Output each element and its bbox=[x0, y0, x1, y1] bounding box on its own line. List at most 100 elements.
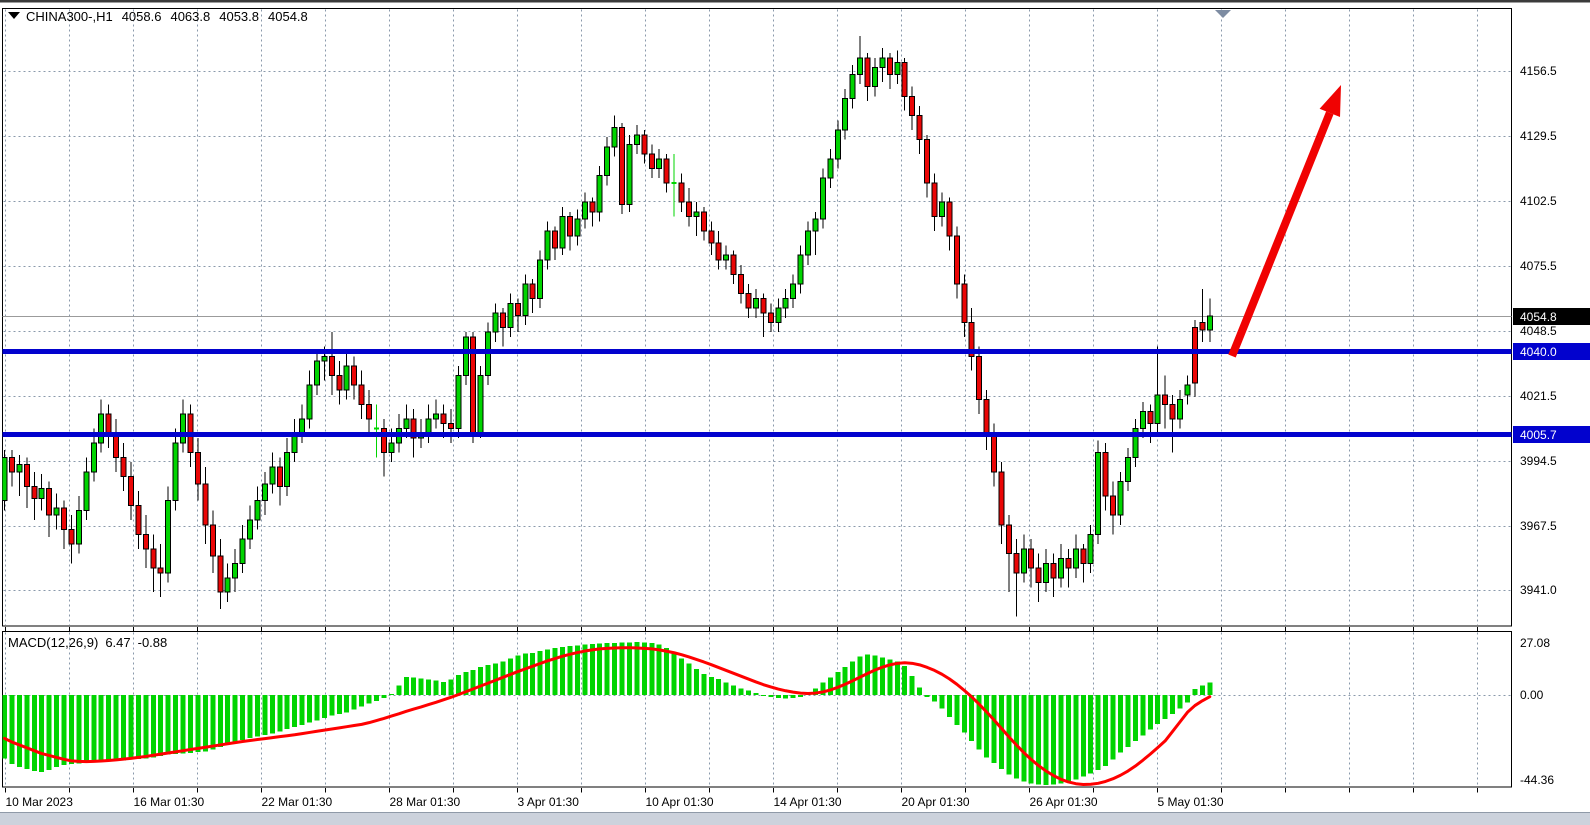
candle-body bbox=[2, 457, 7, 500]
candle-body bbox=[977, 356, 982, 399]
support-resistance-lines[interactable] bbox=[3, 352, 1512, 435]
macd-bar bbox=[1178, 695, 1183, 708]
macd-bar bbox=[32, 695, 37, 771]
macd-bar bbox=[508, 659, 513, 695]
macd-bar bbox=[783, 695, 788, 698]
macd-bar bbox=[329, 695, 334, 716]
macd-bar bbox=[240, 695, 245, 740]
candle-body bbox=[1125, 457, 1130, 481]
candle-body bbox=[865, 58, 870, 87]
macd-bar bbox=[1207, 683, 1212, 695]
macd-bar bbox=[962, 695, 967, 732]
candle-body bbox=[1081, 549, 1086, 563]
candle-body bbox=[1178, 400, 1183, 419]
trend-arrow[interactable] bbox=[1232, 85, 1341, 356]
candle-body bbox=[448, 424, 453, 429]
macd-bar bbox=[307, 695, 312, 723]
candle-body bbox=[843, 99, 848, 130]
candle-body bbox=[530, 284, 535, 298]
price-tick-label: 4156.5 bbox=[1520, 64, 1557, 78]
macd-bar bbox=[411, 678, 416, 695]
candle-body bbox=[880, 58, 885, 68]
macd-bar bbox=[686, 663, 691, 695]
grid bbox=[4, 10, 1511, 787]
candle-body bbox=[776, 308, 781, 322]
price-axis[interactable]: 4156.54129.54102.54075.54048.54021.53994… bbox=[1513, 64, 1590, 787]
time-tick-label: 10 Apr 01:30 bbox=[646, 795, 714, 809]
macd-bar bbox=[24, 695, 29, 769]
macd-layer[interactable] bbox=[2, 642, 1212, 785]
candle-body bbox=[434, 414, 439, 419]
macd-bar bbox=[121, 695, 126, 760]
candle-body bbox=[1140, 412, 1145, 429]
time-tick-label: 14 Apr 01:30 bbox=[774, 795, 842, 809]
ohlc-open: 4058.6 bbox=[122, 9, 162, 24]
macd-bar bbox=[106, 695, 111, 762]
macd-bar bbox=[300, 695, 305, 725]
candle-body bbox=[947, 202, 952, 236]
macd-bar bbox=[173, 695, 178, 754]
macd-bar bbox=[545, 649, 550, 695]
candle-body bbox=[463, 337, 468, 376]
macd-bar bbox=[798, 695, 803, 697]
candle-body bbox=[850, 75, 855, 99]
candle-body bbox=[54, 508, 59, 515]
candle-body bbox=[158, 568, 163, 573]
candle-body bbox=[895, 63, 900, 75]
macd-bar bbox=[716, 679, 721, 695]
candle-body bbox=[746, 294, 751, 308]
candle-body bbox=[24, 465, 29, 487]
macd-bar bbox=[344, 695, 349, 712]
candle-body bbox=[285, 453, 290, 487]
candle-body bbox=[992, 436, 997, 472]
candle-body bbox=[612, 128, 617, 147]
candle-body bbox=[1103, 453, 1108, 496]
candle-body bbox=[255, 501, 260, 520]
macd-bar bbox=[761, 695, 766, 696]
macd-bar bbox=[1200, 685, 1205, 695]
macd-bar bbox=[530, 653, 535, 695]
symbol-dropdown-icon[interactable] bbox=[8, 12, 20, 19]
candle-body bbox=[248, 520, 253, 539]
candle-body bbox=[1036, 568, 1041, 582]
candles-layer[interactable] bbox=[2, 36, 1212, 616]
macd-bar bbox=[2, 695, 7, 758]
macd-bar bbox=[939, 695, 944, 708]
price-tick-label: 3967.5 bbox=[1520, 519, 1557, 533]
macd-bar bbox=[218, 695, 223, 747]
macd-histogram bbox=[2, 642, 1212, 785]
level-price-badge-label: 4040.0 bbox=[1520, 345, 1557, 359]
candle-body bbox=[143, 534, 148, 548]
macd-bar bbox=[753, 693, 758, 695]
candle-body bbox=[590, 202, 595, 212]
current-price-badge-label: 4054.8 bbox=[1520, 310, 1557, 324]
macd-indicator-header: MACD(12,26,9)6.47-0.88 bbox=[8, 635, 174, 650]
candle-body bbox=[954, 236, 959, 284]
macd-bar bbox=[396, 685, 401, 695]
candle-body bbox=[270, 467, 275, 484]
candle-body bbox=[91, 443, 96, 472]
macd-bar bbox=[270, 695, 275, 733]
macd-bar bbox=[1058, 695, 1063, 783]
macd-bar bbox=[1192, 689, 1197, 695]
candle-body bbox=[151, 549, 156, 568]
candle-body bbox=[835, 130, 840, 159]
candle-body bbox=[136, 506, 141, 535]
macd-bar bbox=[932, 695, 937, 702]
ohlc-low: 4053.8 bbox=[219, 9, 259, 24]
macd-main-value: 6.47 bbox=[105, 635, 130, 650]
time-tick-label: 28 Mar 01:30 bbox=[390, 795, 461, 809]
macd-bar bbox=[984, 695, 989, 757]
macd-bar bbox=[731, 685, 736, 695]
macd-bar bbox=[709, 677, 714, 695]
macd-bar bbox=[441, 682, 446, 695]
chart-canvas[interactable]: 4156.54129.54102.54075.54048.54021.53994… bbox=[0, 0, 1590, 825]
candle-body bbox=[664, 159, 669, 183]
candle-body bbox=[1021, 549, 1026, 573]
macd-bar bbox=[1021, 695, 1026, 781]
macd-bar bbox=[746, 691, 751, 695]
candle-body bbox=[709, 231, 714, 243]
candle-body bbox=[1096, 453, 1101, 535]
candle-body bbox=[858, 58, 863, 75]
candle-body bbox=[1051, 563, 1056, 577]
